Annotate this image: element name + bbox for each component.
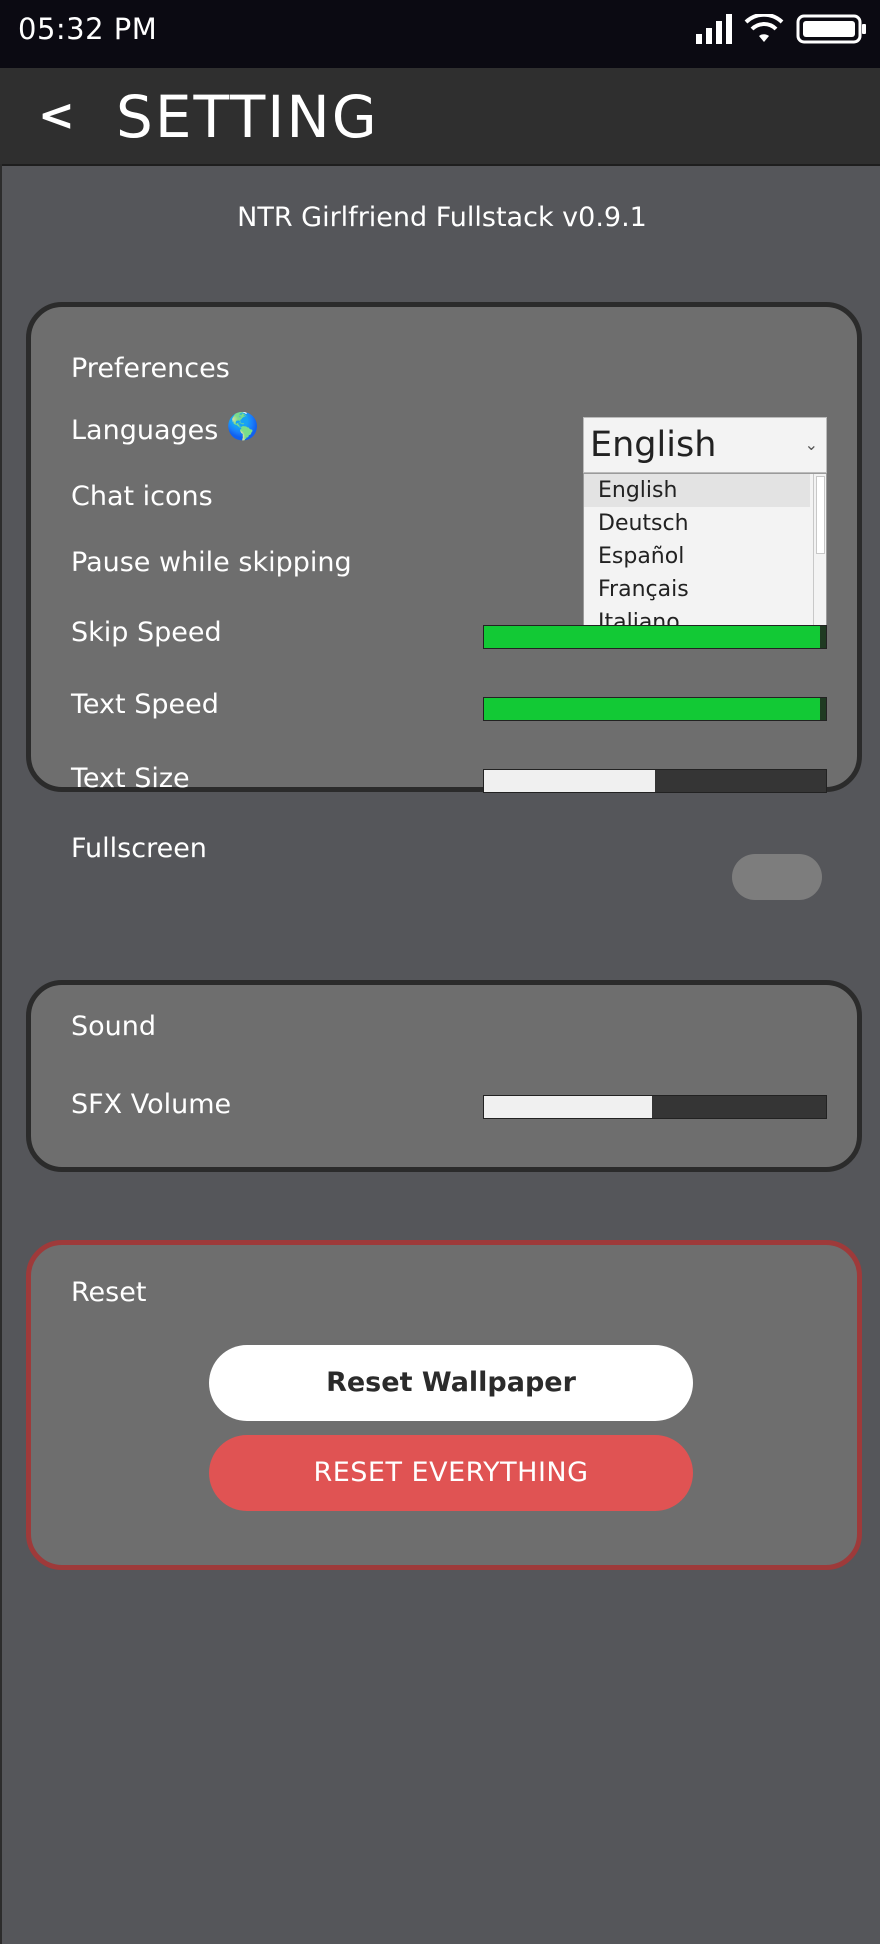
reset-wallpaper-button[interactable]: Reset Wallpaper	[209, 1345, 693, 1421]
language-option-english[interactable]: English	[584, 474, 810, 507]
globe-icon: 🌎	[226, 412, 260, 442]
chat-icons-label: Chat icons	[71, 481, 213, 512]
language-list-scrollbar[interactable]	[813, 474, 826, 636]
skip-speed-slider[interactable]	[483, 625, 827, 649]
settings-content: NTR Girlfriend Fullstack v0.9.1 Preferen…	[0, 164, 880, 1944]
back-button[interactable]: <	[38, 90, 82, 142]
skip-speed-fill	[484, 626, 826, 648]
languages-row: Languages 🌎	[71, 412, 260, 446]
sound-card: Sound SFX Volume	[26, 980, 862, 1172]
language-selected-value: English	[590, 425, 717, 465]
wifi-icon	[744, 14, 784, 42]
text-size-label: Text Size	[71, 763, 190, 794]
chevron-down-icon: ⌄	[804, 435, 818, 454]
sfx-volume-label: SFX Volume	[71, 1089, 232, 1120]
language-option-espanol[interactable]: Español	[584, 540, 810, 573]
signal-icon	[696, 14, 732, 44]
language-list-scroll-thumb[interactable]	[816, 476, 825, 554]
battery-icon	[796, 14, 866, 44]
reset-everything-button[interactable]: RESET EVERYTHING	[209, 1435, 693, 1511]
languages-label: Languages	[71, 415, 219, 446]
page-title: SETTING	[116, 83, 379, 151]
preferences-card: Preferences Languages 🌎 English ⌄ Englis…	[26, 302, 862, 864]
reset-card: Reset Reset Wallpaper RESET EVERYTHING	[26, 1240, 862, 1570]
fullscreen-toggle[interactable]	[732, 854, 822, 900]
text-speed-fill	[484, 698, 826, 720]
pause-while-skipping-label: Pause while skipping	[71, 547, 352, 578]
status-time: 05:32 PM	[18, 12, 158, 46]
sound-title: Sound	[71, 1011, 157, 1042]
language-select[interactable]: English ⌄	[583, 417, 827, 473]
text-speed-slider[interactable]	[483, 697, 827, 721]
language-dropdown-list[interactable]: English Deutsch Español Français Italian…	[583, 473, 827, 637]
app-version: NTR Girlfriend Fullstack v0.9.1	[237, 202, 647, 233]
text-size-slider[interactable]	[483, 769, 827, 793]
reset-title: Reset	[71, 1277, 147, 1308]
sfx-volume-slider[interactable]	[483, 1095, 827, 1119]
text-size-fill	[484, 770, 655, 792]
skip-speed-label: Skip Speed	[71, 617, 222, 648]
app-bar: < SETTING	[0, 68, 880, 166]
preferences-title: Preferences	[71, 353, 230, 384]
fullscreen-label: Fullscreen	[71, 833, 207, 864]
language-option-deutsch[interactable]: Deutsch	[584, 507, 810, 540]
status-bar: 05:32 PM	[0, 0, 880, 68]
sfx-volume-fill	[484, 1096, 652, 1118]
language-option-francais[interactable]: Français	[584, 573, 810, 606]
text-speed-label: Text Speed	[71, 689, 219, 720]
